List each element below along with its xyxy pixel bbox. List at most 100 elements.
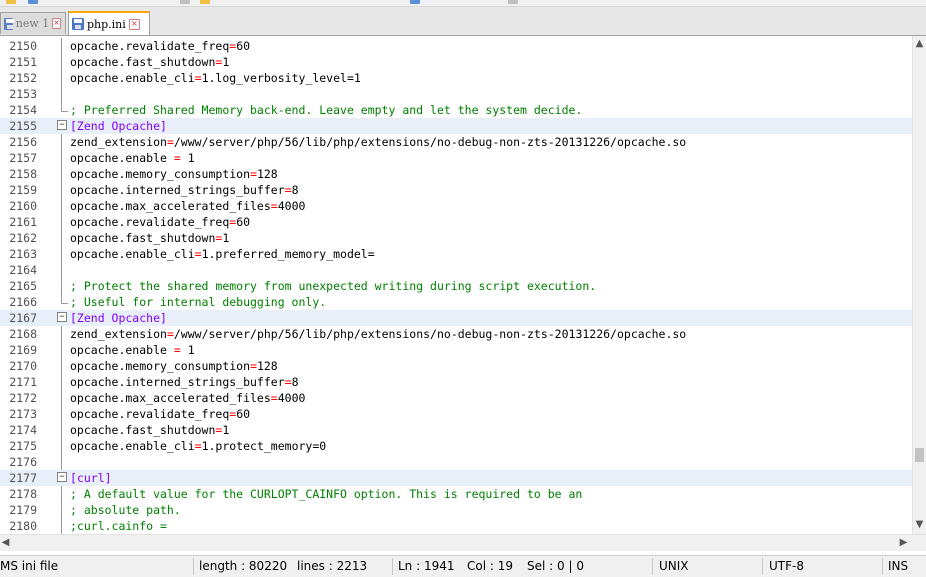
fold-guide bbox=[61, 326, 62, 342]
code-text: zend_extension=/www/server/php/56/lib/ph… bbox=[70, 327, 687, 341]
status-column: Col : 19 bbox=[467, 559, 513, 573]
fold-guide bbox=[61, 262, 62, 278]
toolbar-button-icon[interactable] bbox=[410, 0, 420, 4]
code-text: opcache.fast_shutdown=1 bbox=[70, 231, 230, 245]
fold-toggle-icon[interactable]: − bbox=[57, 312, 67, 322]
fold-guide bbox=[61, 518, 62, 534]
toolbar-button-icon[interactable] bbox=[180, 0, 190, 4]
status-length: length : 80220 bbox=[199, 559, 288, 573]
code-line[interactable]: 2170 opcache.memory_consumption=128 bbox=[0, 358, 913, 374]
code-text: opcache.revalidate_freq=60 bbox=[70, 39, 251, 53]
close-icon[interactable]: × bbox=[52, 18, 61, 29]
code-text: opcache.interned_strings_buffer=8 bbox=[70, 183, 299, 197]
toolbar-button-icon[interactable] bbox=[28, 0, 38, 4]
code-line[interactable]: 2155 − [Zend Opcache] bbox=[0, 118, 913, 134]
code-text: opcache.revalidate_freq=60 bbox=[70, 215, 251, 229]
line-number: 2156 bbox=[9, 135, 37, 149]
line-number: 2162 bbox=[9, 231, 37, 245]
status-selection: Sel : 0 | 0 bbox=[527, 559, 584, 573]
line-number: 2154 bbox=[9, 103, 37, 117]
code-line[interactable]: 2162 opcache.fast_shutdown=1 bbox=[0, 230, 913, 246]
code-line[interactable]: 2178 ; A default value for the CURLOPT_CA… bbox=[0, 486, 913, 502]
code-line[interactable]: 2177 − [curl] bbox=[0, 470, 913, 486]
scroll-down-icon[interactable]: ▼ bbox=[915, 520, 924, 530]
code-line[interactable]: 2169 opcache.enable = 1 bbox=[0, 342, 913, 358]
scroll-left-icon[interactable]: ◀ bbox=[1, 538, 10, 548]
status-insert-mode[interactable]: INS bbox=[888, 556, 908, 577]
code-line[interactable]: 2157 opcache.enable = 1 bbox=[0, 150, 913, 166]
fold-guide bbox=[61, 86, 62, 102]
fold-guide bbox=[61, 278, 62, 294]
close-icon[interactable]: × bbox=[128, 18, 140, 30]
line-number: 2176 bbox=[9, 455, 37, 469]
code-text: opcache.enable = 1 bbox=[70, 151, 195, 165]
code-line[interactable]: 2174 opcache.fast_shutdown=1 bbox=[0, 422, 913, 438]
toolbar-button-icon[interactable] bbox=[6, 0, 16, 4]
code-text: opcache.memory_consumption=128 bbox=[70, 167, 278, 181]
code-line[interactable]: 2173 opcache.revalidate_freq=60 bbox=[0, 406, 913, 422]
scroll-up-icon[interactable]: ▲ bbox=[915, 39, 924, 49]
vertical-scrollbar[interactable]: ▲ ▼ bbox=[912, 36, 926, 534]
code-line[interactable]: 2168 zend_extension=/www/server/php/56/li… bbox=[0, 326, 913, 342]
code-line[interactable]: 2152 opcache.enable_cli=1.log_verbosity_l… bbox=[0, 70, 913, 86]
code-text: opcache.fast_shutdown=1 bbox=[70, 55, 230, 69]
code-line[interactable]: 2153 bbox=[0, 86, 913, 102]
line-number: 2161 bbox=[9, 215, 37, 229]
code-line[interactable]: 2156 zend_extension=/www/server/php/56/li… bbox=[0, 134, 913, 150]
code-line[interactable]: 2164 bbox=[0, 262, 913, 278]
fold-guide bbox=[61, 390, 62, 406]
code-line[interactable]: 2161 opcache.revalidate_freq=60 bbox=[0, 214, 913, 230]
code-line[interactable]: 2151 opcache.fast_shutdown=1 bbox=[0, 54, 913, 70]
code-line[interactable]: 2150 opcache.revalidate_freq=60 bbox=[0, 38, 913, 54]
status-divider bbox=[882, 558, 883, 575]
fold-toggle-icon[interactable]: − bbox=[57, 472, 67, 482]
code-text: opcache.max_accelerated_files=4000 bbox=[70, 199, 306, 213]
horizontal-scrollbar[interactable]: ◀ ▶ bbox=[0, 534, 926, 551]
floppy-disk-icon bbox=[72, 18, 84, 30]
line-number: 2165 bbox=[9, 279, 37, 293]
line-number: 2169 bbox=[9, 343, 37, 357]
code-line[interactable]: 2176 bbox=[0, 454, 913, 470]
tab-bar: new 1 × php.ini × bbox=[0, 7, 926, 36]
code-line[interactable]: 2167 − [Zend Opcache] bbox=[0, 310, 913, 326]
code-line[interactable]: 2165 ; Protect the shared memory from une… bbox=[0, 278, 913, 294]
fold-toggle-icon[interactable]: − bbox=[57, 120, 67, 130]
tab-new-1[interactable]: new 1 × bbox=[0, 12, 66, 34]
line-number: 2179 bbox=[9, 503, 37, 517]
status-divider bbox=[193, 558, 194, 575]
code-text: ; Protect the shared memory from unexpec… bbox=[70, 279, 597, 293]
line-number: 2175 bbox=[9, 439, 37, 453]
code-line[interactable]: 2160 opcache.max_accelerated_files=4000 bbox=[0, 198, 913, 214]
status-eol-format[interactable]: UNIX bbox=[659, 556, 689, 577]
code-text: opcache.enable = 1 bbox=[70, 343, 195, 357]
code-line[interactable]: 2175 opcache.enable_cli=1.protect_memory=… bbox=[0, 438, 913, 454]
fold-guide bbox=[61, 358, 62, 374]
code-line[interactable]: 2171 opcache.interned_strings_buffer=8 bbox=[0, 374, 913, 390]
code-line[interactable]: 2158 opcache.memory_consumption=128 bbox=[0, 166, 913, 182]
code-line[interactable]: 2180 ;curl.cainfo = bbox=[0, 518, 913, 534]
line-number: 2171 bbox=[9, 375, 37, 389]
status-line-number: Ln : 1941 bbox=[398, 559, 455, 573]
fold-guide bbox=[61, 406, 62, 422]
code-text: opcache.max_accelerated_files=4000 bbox=[70, 391, 306, 405]
tab-php-ini[interactable]: php.ini × bbox=[68, 11, 150, 35]
code-line[interactable]: 2159 opcache.interned_strings_buffer=8 bbox=[0, 182, 913, 198]
toolbar-button-icon[interactable] bbox=[200, 0, 210, 4]
tab-label: new 1 bbox=[15, 17, 50, 30]
status-divider bbox=[762, 558, 763, 575]
line-number: 2177 bbox=[9, 471, 37, 485]
vertical-scroll-thumb[interactable] bbox=[915, 447, 924, 462]
toolbar-button-icon[interactable] bbox=[508, 0, 518, 4]
editor[interactable]: 2150 opcache.revalidate_freq=60 2151 opcach… bbox=[0, 36, 926, 551]
code-line[interactable]: 2166 ; Useful for internal debugging only… bbox=[0, 294, 913, 310]
fold-guide bbox=[61, 454, 62, 470]
code-line[interactable]: 2172 opcache.max_accelerated_files=4000 bbox=[0, 390, 913, 406]
code-line[interactable]: 2154 ; Preferred Shared Memory back-end. … bbox=[0, 102, 913, 118]
status-file-type: MS ini file bbox=[0, 559, 59, 573]
code-line[interactable]: 2163 opcache.enable_cli=1.preferred_memor… bbox=[0, 246, 913, 262]
line-number: 2159 bbox=[9, 183, 37, 197]
status-encoding[interactable]: UTF-8 bbox=[769, 556, 804, 577]
code-line[interactable]: 2179 ; absolute path. bbox=[0, 502, 913, 518]
scroll-right-icon[interactable]: ▶ bbox=[899, 538, 908, 548]
line-number: 2167 bbox=[9, 311, 37, 325]
